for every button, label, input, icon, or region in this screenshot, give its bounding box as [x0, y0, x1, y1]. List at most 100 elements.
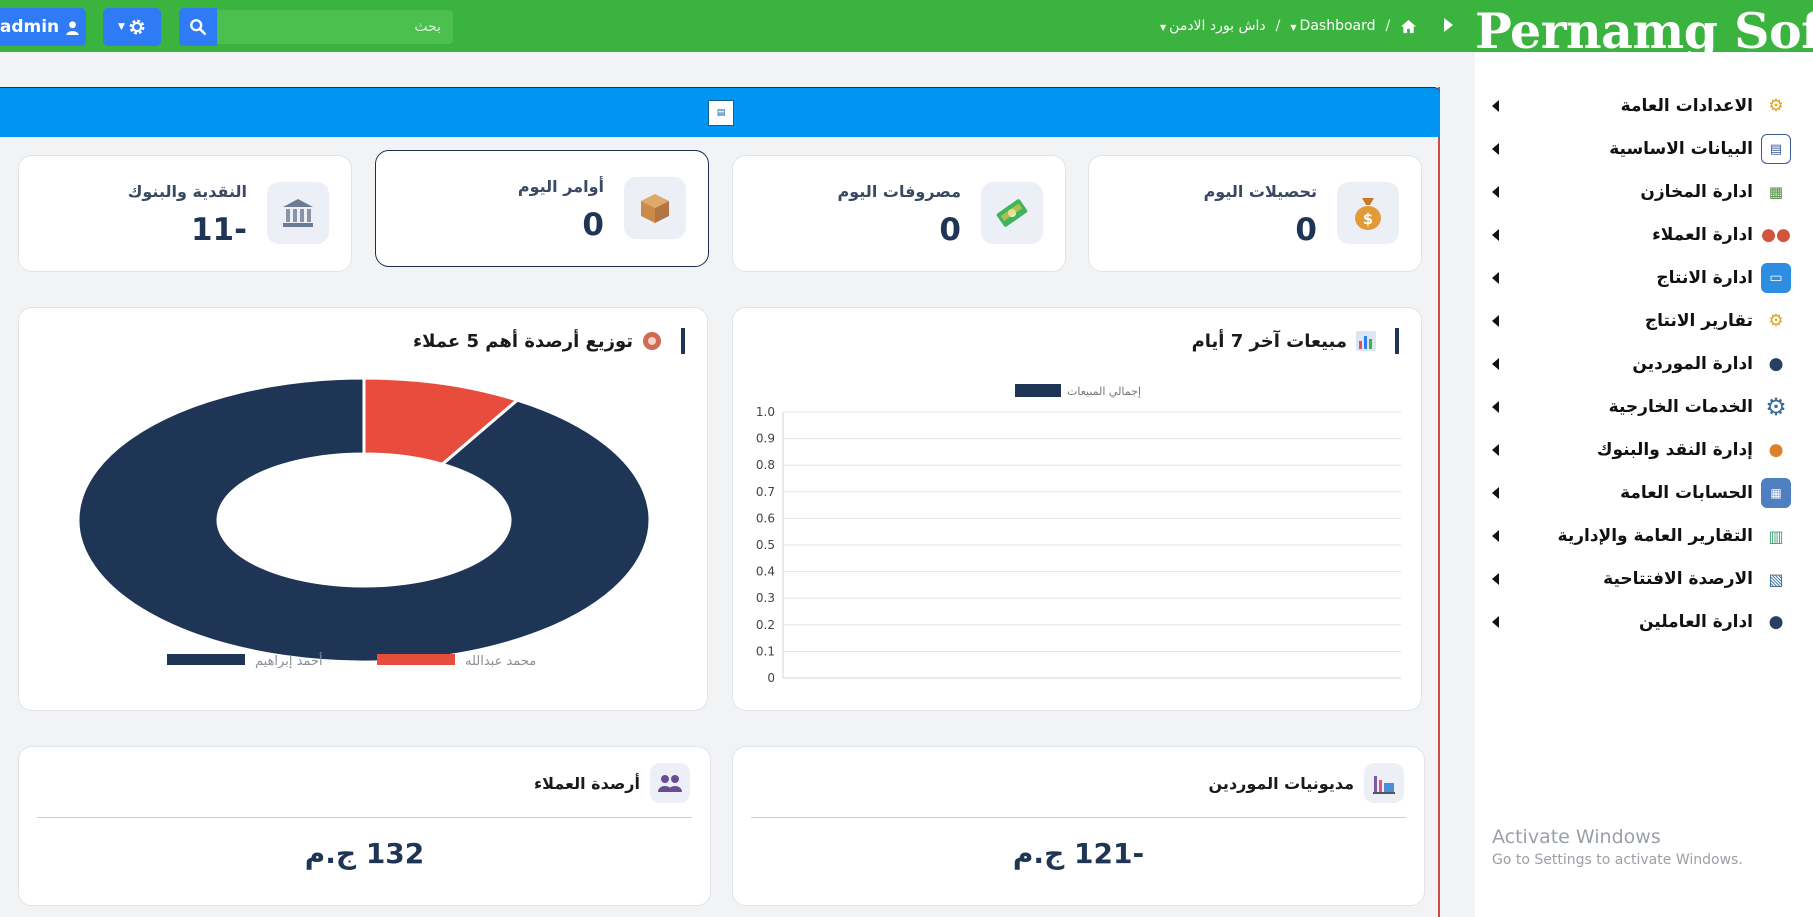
stat-title: أوامر اليوم — [517, 177, 604, 196]
sidebar-item-warehouses[interactable]: ادارة المخازن ▦ — [1475, 173, 1813, 211]
sidebar-item-label: البيانات الاساسية — [1609, 139, 1753, 159]
caret-left-icon — [1492, 315, 1499, 327]
stat-card-cash-banks: النقدية والبنوك -11 — [18, 155, 352, 272]
caret-left-icon — [1492, 573, 1499, 585]
sidebar-item-external-services[interactable]: الخدمات الخارجية ⚙ — [1475, 388, 1813, 426]
factory-icon — [1364, 763, 1404, 803]
logo-text: Pernamg Soft — [1475, 2, 1813, 52]
sidebar-toggle-icon[interactable] — [1444, 18, 1453, 32]
stat-card-orders: أوامر اليوم 0 — [375, 150, 709, 267]
y-tick-label: 0 — [767, 671, 775, 685]
sidebar-item-general-settings[interactable]: الاعدادات العامة ⚙ — [1475, 87, 1813, 125]
sidebar-item-suppliers[interactable]: ادارة الموردين ● — [1475, 345, 1813, 383]
svg-text:$: $ — [1363, 210, 1373, 228]
breadcrumb-separator: / — [1385, 18, 1391, 34]
card-header: أرصدة العملاء — [534, 763, 690, 803]
bank-icon — [267, 182, 329, 244]
stat-value: -11 — [190, 212, 247, 248]
customer-balances-card: أرصدة العملاء 132 ج.م — [18, 746, 711, 906]
card-divider — [37, 817, 692, 818]
sidebar-item-general-reports[interactable]: التقارير العامة والإدارية ▥ — [1475, 517, 1813, 555]
breadcrumb-current[interactable]: ▼ Dashboard — [1290, 18, 1375, 34]
caret-left-icon — [1492, 358, 1499, 370]
panel-accent-bar — [681, 328, 685, 354]
sidebar-item-general-accounts[interactable]: الحسابات العامة ▦ — [1475, 474, 1813, 512]
stat-value: 0 — [939, 212, 961, 248]
box-icon — [624, 177, 686, 239]
caret-left-icon — [1492, 616, 1499, 628]
gear-icon: ⚙ — [1768, 96, 1784, 116]
sidebar-item-employees[interactable]: ادارة العاملين ● — [1475, 603, 1813, 641]
legend-label: محمد عبدالله — [465, 654, 536, 669]
search-button[interactable] — [179, 8, 217, 46]
clipboard-icon: ▦ — [1768, 183, 1784, 201]
bar-chart-icon — [1356, 331, 1376, 351]
document-icon[interactable]: ▤ — [708, 100, 734, 126]
panel-header: مبيعات آخر 7 أيام — [1192, 328, 1399, 354]
panel-title: مبيعات آخر 7 أيام — [1191, 330, 1347, 352]
legend-swatch — [167, 654, 245, 665]
money-bag-icon: ● — [1768, 440, 1784, 460]
sidebar-item-label: ادارة العاملين — [1638, 612, 1753, 632]
sidebar-item-production[interactable]: ادارة الانتاج ▭ — [1475, 259, 1813, 297]
legend-label: إجمالي المبيعات — [1067, 385, 1141, 398]
legend-label: أحمد إبراهيم — [255, 652, 323, 669]
activation-subtitle: Go to Settings to activate Windows. — [1492, 852, 1743, 868]
caret-left-icon — [1492, 143, 1499, 155]
legend-swatch — [1015, 384, 1061, 397]
sidebar-item-label: الاعدادات العامة — [1620, 96, 1753, 116]
top-navbar: admin ▼ ▼داش بورد الادمن / ▼Dashboard / — [0, 0, 1475, 52]
sales-chart-panel: مبيعات آخر 7 أيام إجمالي المبيعات 0 0.1 0.2… — [732, 307, 1422, 711]
y-tick-label: 0.5 — [756, 538, 775, 552]
users-icon — [650, 763, 690, 803]
sidebar: الاعدادات العامة ⚙ البيانات الاساسية ▤ ا… — [1475, 52, 1813, 917]
admin-user-button[interactable]: admin — [0, 8, 86, 46]
money-bag-icon: $ — [1337, 182, 1399, 244]
sidebar-item-customers[interactable]: ادارة العملاء ●● — [1475, 216, 1813, 254]
card-title: أرصدة العملاء — [534, 773, 640, 793]
sidebar-item-label: ادارة العملاء — [1652, 225, 1753, 245]
sidebar-item-production-reports[interactable]: تقارير الانتاج ⚙ — [1475, 302, 1813, 340]
sales-line-chart: إجمالي المبيعات 0 0.1 0.2 0.3 0.4 0.5 0.6 0.7 0.8… — [756, 384, 1401, 685]
sidebar-item-label: ادارة الانتاج — [1656, 268, 1753, 288]
person-icon: ● — [1768, 612, 1784, 632]
sidebar-item-opening-balances[interactable]: الارصدة الافتتاحية ▧ — [1475, 560, 1813, 598]
user-icon — [66, 20, 79, 35]
card-divider — [751, 817, 1406, 818]
printer-icon: ▭ — [1761, 263, 1791, 293]
customer-balance-panel: توزيع أرصدة أهم 5 عملاء أحمد إبراهيم محمد… — [18, 307, 708, 711]
breadcrumb-root[interactable]: ▼ داش بورد الادمن — [1160, 18, 1266, 34]
sidebar-item-label: تقارير الانتاج — [1644, 311, 1753, 331]
chevron-down-icon: ▼ — [1160, 23, 1167, 32]
card-title: مديونيات الموردين — [1208, 773, 1354, 793]
sidebar-item-label: الارصدة الافتتاحية — [1603, 569, 1753, 589]
caret-left-icon — [1492, 272, 1499, 284]
donut-icon — [643, 332, 661, 350]
sidebar-item-basic-data[interactable]: البيانات الاساسية ▤ — [1475, 130, 1813, 168]
cash-icon — [981, 182, 1043, 244]
search-icon — [190, 19, 207, 36]
caret-left-icon — [1492, 186, 1499, 198]
caret-left-icon — [1492, 530, 1499, 542]
cog-icon: ⚙ — [1765, 393, 1787, 421]
breadcrumb-root-label: داش بورد الادمن — [1169, 18, 1266, 34]
sidebar-item-cash-banks[interactable]: إدارة النقد والبنوك ● — [1475, 431, 1813, 469]
person-icon: ● — [1768, 354, 1784, 374]
y-tick-label: 0.1 — [756, 644, 775, 658]
chevron-down-icon: ▼ — [118, 22, 125, 32]
stat-value: 0 — [582, 207, 604, 243]
gear-icon: ⚙ — [1768, 311, 1784, 331]
card-value: -121 ج.م — [1012, 837, 1145, 870]
gear-icon — [129, 19, 145, 35]
chart-legend: إجمالي المبيعات — [1015, 384, 1141, 398]
panel-header: توزيع أرصدة أهم 5 عملاء — [413, 328, 685, 354]
search-input[interactable] — [217, 10, 453, 44]
sidebar-item-label: التقارير العامة والإدارية — [1557, 526, 1753, 546]
sidebar-item-label: الحسابات العامة — [1620, 483, 1753, 503]
y-tick-label: 0.9 — [756, 432, 775, 446]
home-icon[interactable] — [1400, 19, 1417, 34]
y-tick-label: 0.6 — [756, 511, 775, 525]
y-tick-label: 0.2 — [756, 618, 775, 632]
settings-dropdown-button[interactable]: ▼ — [103, 8, 161, 46]
sidebar-item-label: ادارة المخازن — [1640, 182, 1753, 202]
